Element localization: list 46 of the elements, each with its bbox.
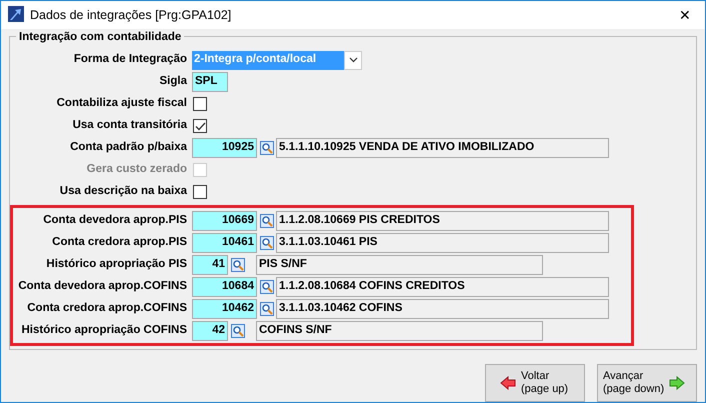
code-field[interactable]: 10462 [192,299,257,319]
caret-icon [348,57,358,64]
field-label: Conta devedora aprop.PIS [42,213,188,228]
field-label: Forma de Integração [72,52,188,68]
code-field[interactable]: 10684 [192,277,257,297]
description-field: 3.1.1.03.10461 PIS [276,233,609,253]
field-label: Histórico apropriação PIS [45,257,188,272]
search-button[interactable] [260,280,274,294]
description-field: 5.1.1.10.10925 VENDA DE ATIVO IMOBILIZADO [276,138,609,158]
description-field: 3.1.1.03.10462 COFINS [276,299,609,319]
field-label: Contabiliza ajuste fiscal [56,96,188,112]
left-arrow-icon [500,376,516,390]
code-field[interactable]: 10925 [192,138,257,158]
field-label: Conta credora aprop.PIS [51,235,188,250]
window-title: Dados de integrações [Prg:GPA102] [30,6,232,24]
code-field[interactable]: 42 [192,321,228,341]
code-field[interactable]: 41 [192,255,228,275]
field-label: Conta padrão p/baixa [69,140,188,156]
code-field[interactable]: 10669 [192,211,257,231]
back-button[interactable]: Voltar (page up) [485,364,585,402]
checkbox[interactable] [193,185,207,199]
description-field: COFINS S/NF [256,321,543,341]
checkbox[interactable] [193,97,207,111]
field-label: Usa descrição na baixa [58,184,188,200]
search-button[interactable] [260,236,274,250]
field-label: Conta devedora aprop.COFINS [17,279,188,294]
search-button[interactable] [231,258,245,272]
search-button[interactable] [260,141,274,155]
next-button[interactable]: Avançar (page down) [597,364,697,402]
field-label: Histórico apropriação COFINS [20,323,188,338]
checkbox[interactable] [193,119,207,133]
right-arrow-icon [669,376,686,390]
close-button[interactable]: ✕ [673,8,697,22]
field-label: Gera custo zerado [86,162,188,178]
field-label: Sigla [158,74,188,90]
field-label: Usa conta transitória [72,118,188,134]
app-icon [8,6,24,22]
description-field: 1.1.2.08.10669 PIS CREDITOS [276,211,609,231]
text-field[interactable]: SPL [192,72,228,92]
description-field: 1.1.2.08.10684 COFINS CREDITOS [276,277,609,297]
search-button[interactable] [260,214,274,228]
search-button[interactable] [260,302,274,316]
description-field: PIS S/NF [256,255,543,275]
field-label: Conta credora aprop.COFINS [26,301,188,316]
code-field[interactable]: 10461 [192,233,257,253]
search-button[interactable] [231,324,245,338]
